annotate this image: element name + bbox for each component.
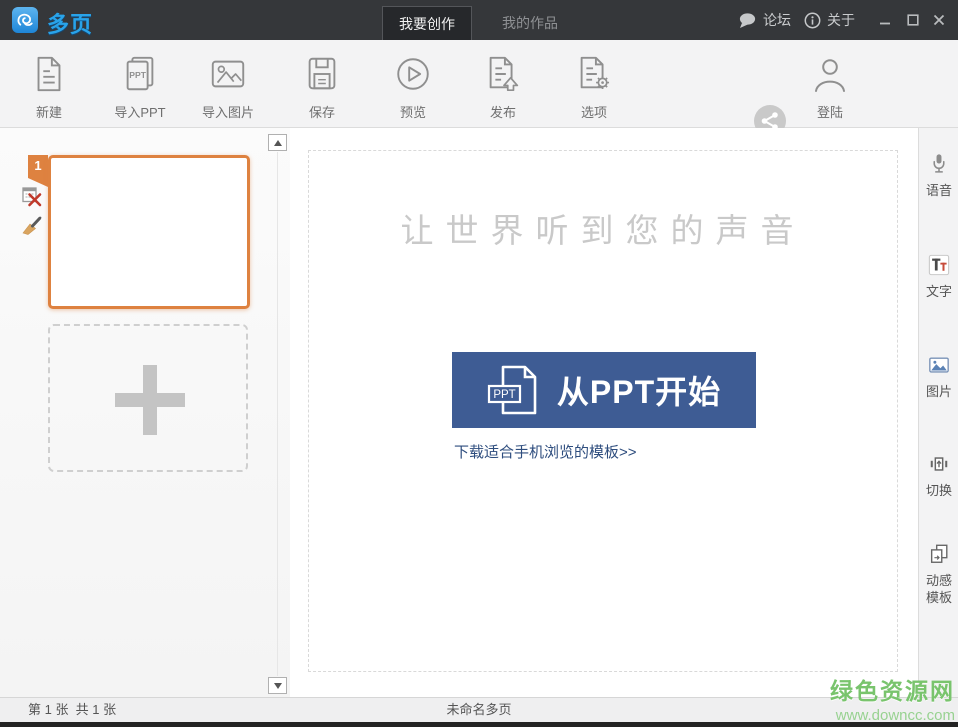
tab-create[interactable]: 我要创作: [382, 6, 472, 40]
import-ppt-button[interactable]: PPT 导入PPT: [98, 40, 182, 128]
info-icon: [804, 12, 821, 29]
speech-bubble-icon: [738, 12, 757, 29]
preview-icon: [393, 54, 433, 94]
statusbar: 第 1 张 共 1 张 未命名多页: [0, 697, 958, 722]
save-label: 保存: [280, 102, 364, 121]
microphone-icon: [928, 153, 950, 175]
publish-button[interactable]: 发布: [461, 40, 545, 128]
close-button[interactable]: [932, 13, 946, 27]
import-image-icon: [208, 54, 248, 94]
app-logo-icon: [12, 7, 38, 33]
import-image-label: 导入图片: [186, 102, 270, 121]
triangle-down-icon: [274, 683, 282, 689]
slide-canvas[interactable]: 让世界听到您的声音 PPT 从PPT开始 下载适合手机浏览的模板>>: [308, 150, 898, 672]
add-slide-button[interactable]: [48, 324, 248, 472]
image-icon: [928, 354, 950, 376]
login-button[interactable]: 登陆: [806, 40, 854, 128]
login-label: 登陆: [806, 102, 854, 121]
slide-panel: 1: [0, 128, 290, 697]
tool-sidebar: 语音 文字: [918, 128, 958, 697]
button-ppt-glyph-text: PPT: [493, 389, 515, 401]
options-label: 选项: [552, 102, 636, 121]
voice-label: 语音: [924, 182, 954, 199]
canvas-slogan: 让世界听到您的声音: [309, 204, 897, 252]
transition-icon: [928, 453, 950, 475]
sidebar-motion-template-tool[interactable]: 动感模板: [919, 543, 958, 606]
new-button[interactable]: 新建: [7, 40, 91, 128]
motion-template-icon: [928, 543, 950, 565]
sidebar-transition-tool[interactable]: 切换: [919, 453, 958, 499]
toolbar: 新建 PPT 导入PPT 导入图片: [0, 40, 958, 128]
scroll-down-button[interactable]: [268, 677, 287, 694]
maximize-button[interactable]: [906, 13, 920, 27]
main-area: 1: [0, 128, 958, 697]
new-document-icon: [29, 54, 69, 94]
brush-icon[interactable]: [21, 214, 42, 235]
import-ppt-label: 导入PPT: [98, 102, 182, 121]
motion-template-label: 动感模板: [924, 572, 954, 606]
ppt-glyph-text: PPT: [129, 70, 146, 80]
plus-icon: [143, 365, 157, 435]
save-button[interactable]: 保存: [280, 40, 364, 128]
forum-button[interactable]: 论坛: [738, 0, 791, 40]
publish-label: 发布: [461, 102, 545, 121]
slide-thumbnail[interactable]: [48, 155, 250, 309]
about-button[interactable]: 关于: [804, 0, 855, 40]
sidebar-voice-tool[interactable]: 语音: [919, 153, 958, 199]
sidebar-text-tool[interactable]: 文字: [919, 254, 958, 300]
document-name: 未命名多页: [0, 698, 958, 722]
tab-my-works[interactable]: 我的作品: [485, 6, 575, 40]
titlebar: 多页 我要创作 我的作品 论坛 关于: [0, 0, 958, 40]
slide-panel-scrollbar[interactable]: [277, 152, 278, 676]
publish-icon: [483, 54, 523, 94]
preview-label: 预览: [371, 102, 455, 121]
save-icon: [302, 54, 342, 94]
minimize-button[interactable]: [878, 13, 892, 27]
start-from-ppt-button[interactable]: PPT 从PPT开始: [452, 352, 756, 428]
triangle-up-icon: [274, 140, 282, 146]
image-label: 图片: [924, 383, 954, 400]
delete-slide-icon[interactable]: [21, 186, 42, 207]
import-ppt-icon: PPT: [120, 54, 160, 94]
app-title: 多页: [47, 7, 93, 39]
about-label: 关于: [827, 10, 855, 30]
forum-label: 论坛: [763, 10, 791, 30]
text-icon: [928, 254, 950, 276]
template-download-link[interactable]: 下载适合手机浏览的模板>>: [454, 441, 637, 462]
start-button-label: 从PPT开始: [557, 367, 721, 413]
new-label: 新建: [7, 102, 91, 121]
bottom-strip: [0, 722, 958, 727]
ppt-document-icon: PPT: [487, 361, 543, 419]
import-image-button[interactable]: 导入图片: [186, 40, 270, 128]
options-button[interactable]: 选项: [552, 40, 636, 128]
text-label: 文字: [924, 283, 954, 300]
scroll-up-button[interactable]: [268, 134, 287, 151]
options-icon: [574, 54, 614, 94]
preview-button[interactable]: 预览: [371, 40, 455, 128]
app-window: 多页 我要创作 我的作品 论坛 关于: [0, 0, 958, 727]
slide-number-badge: 1: [28, 155, 48, 187]
sidebar-image-tool[interactable]: 图片: [919, 354, 958, 400]
user-icon: [812, 57, 848, 95]
transition-label: 切换: [924, 482, 954, 499]
